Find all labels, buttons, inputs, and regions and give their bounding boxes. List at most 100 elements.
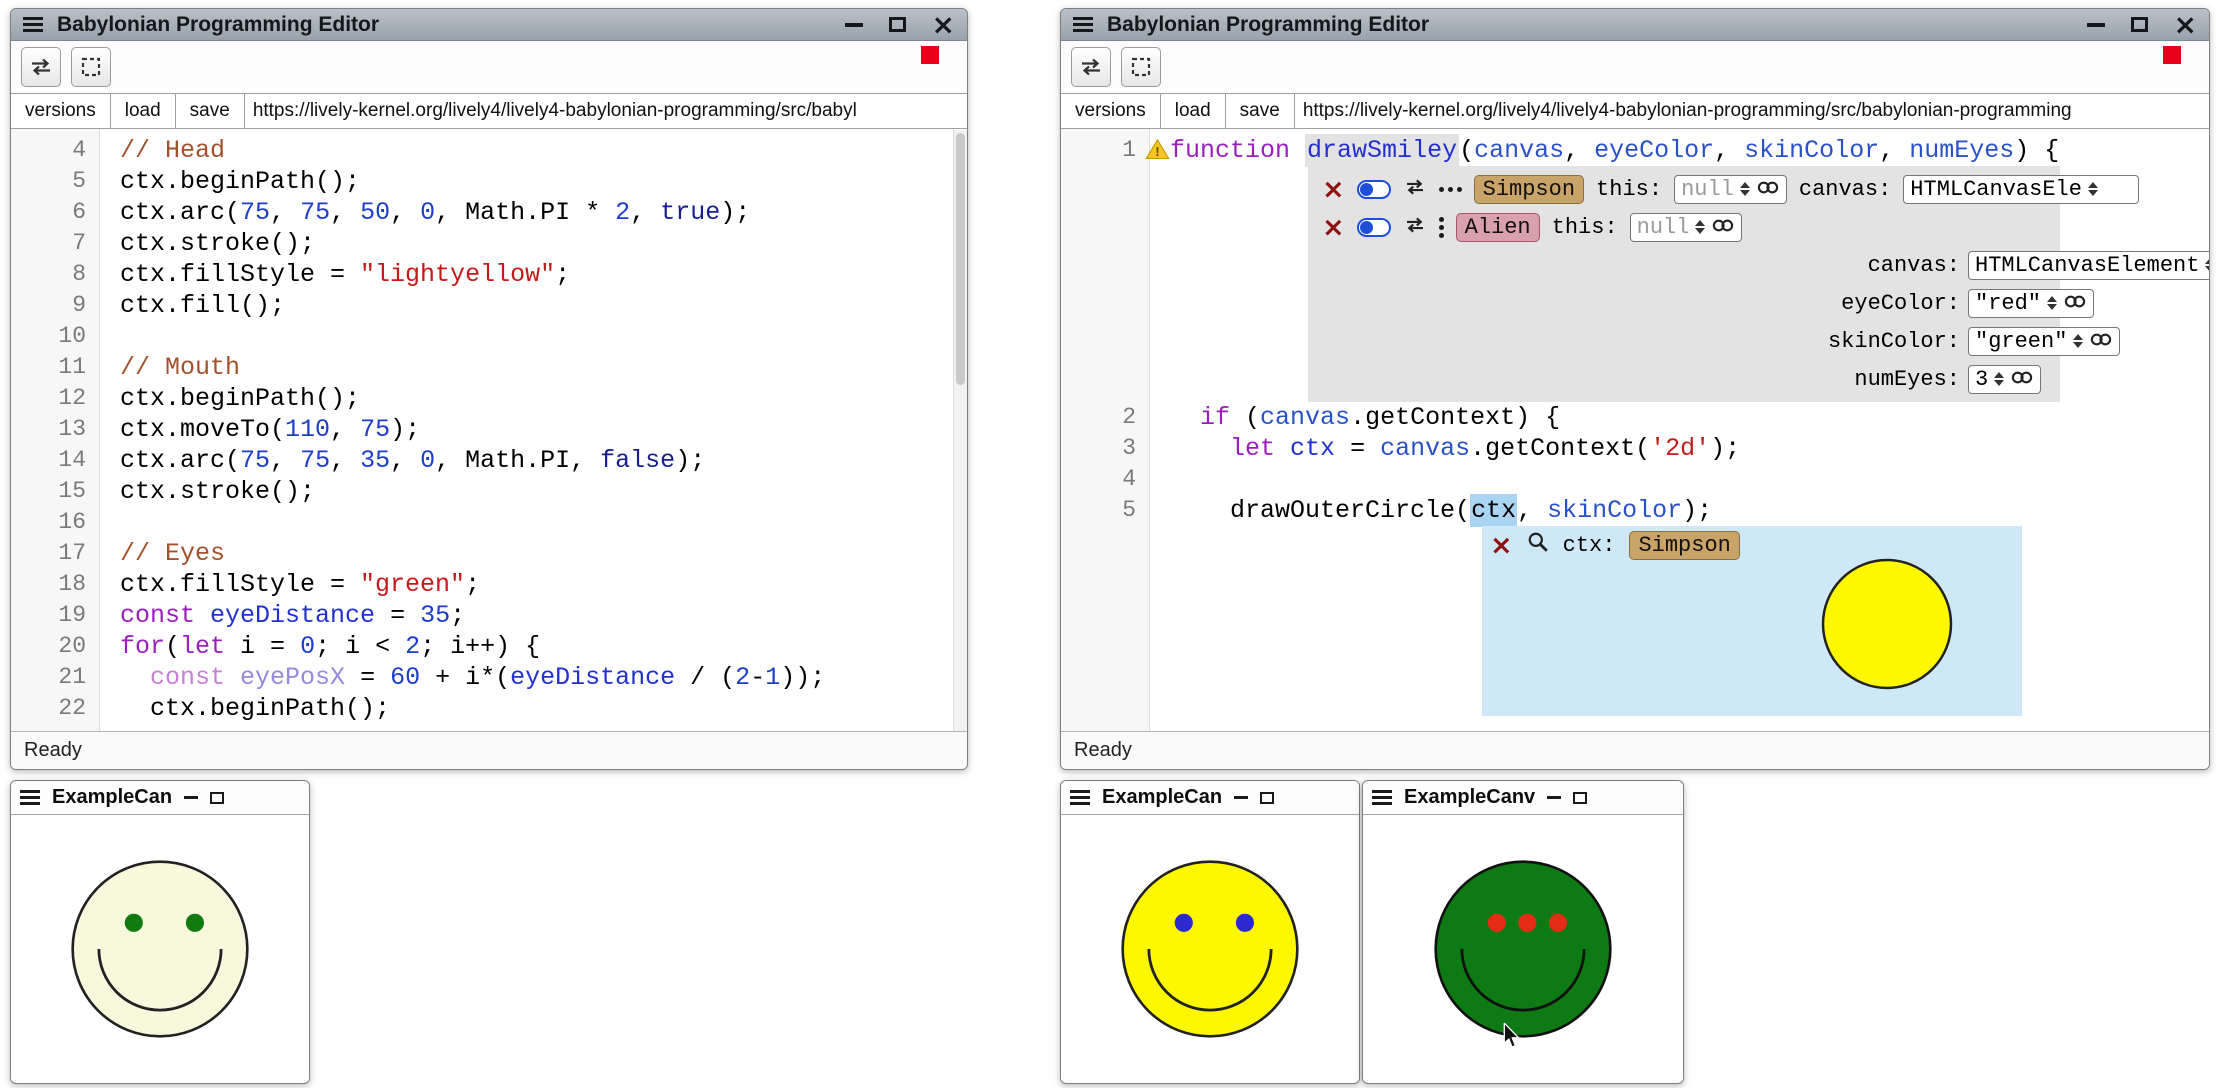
load-button[interactable]: load [111, 94, 176, 128]
code-line-22[interactable]: 22 ctx.beginPath(); [11, 693, 967, 724]
code-line-21[interactable]: 21 const eyePosX = 60 + i*(eyeDistance /… [11, 662, 967, 693]
delete-example-button[interactable]: × [1322, 176, 1345, 203]
stepper-icon[interactable] [2073, 334, 2083, 348]
code-line-12[interactable]: 12ctx.beginPath(); [11, 383, 967, 414]
example-badge-simpson[interactable]: Simpson [1474, 175, 1584, 204]
code-line-1[interactable]: 1!function drawSmiley(canvas, eyeColor, … [1061, 135, 2209, 166]
code-line-19[interactable]: 19const eyeDistance = 35; [11, 600, 967, 631]
code-line-14[interactable]: 14ctx.arc(75, 75, 35, 0, Math.PI, false)… [11, 445, 967, 476]
code-line-10[interactable]: 10 [11, 321, 967, 352]
titlebar[interactable]: Babylonian Programming Editor × [11, 9, 967, 41]
frame-select-button[interactable] [1121, 47, 1161, 87]
param-value-box[interactable]: HTMLCanvasElement [1968, 251, 2209, 280]
code-line-15[interactable]: 15ctx.stroke(); [11, 476, 967, 507]
minimize-button[interactable] [1234, 796, 1248, 799]
code-line-11[interactable]: 11// Mouth [11, 352, 967, 383]
swap-arrows-button[interactable] [1071, 47, 1111, 87]
magnifier-icon[interactable] [1527, 531, 1549, 560]
code-line-7[interactable]: 7ctx.stroke(); [11, 228, 967, 259]
maximize-button[interactable] [1573, 792, 1587, 804]
ctx-badge-simpson[interactable]: Simpson [1629, 531, 1739, 560]
canvas-preview-probe[interactable]: × ctx: Simpson [1482, 526, 2022, 716]
titlebar[interactable]: ExampleCan [11, 781, 309, 815]
menu-icon[interactable] [23, 17, 43, 32]
titlebar[interactable]: ExampleCanv [1363, 781, 1683, 815]
code-line-20[interactable]: 20for(let i = 0; i < 2; i++) { [11, 631, 967, 662]
minimize-button[interactable] [845, 23, 863, 27]
maximize-button[interactable] [210, 792, 224, 804]
menu-icon[interactable] [1073, 17, 1093, 32]
more-options-icon[interactable] [1439, 187, 1462, 192]
minimize-button[interactable] [1547, 796, 1561, 799]
minimize-button[interactable] [2087, 23, 2105, 27]
code-line-6[interactable]: 6ctx.arc(75, 75, 50, 0, Math.PI * 2, tru… [11, 197, 967, 228]
more-options-vertical-icon[interactable] [1439, 217, 1444, 238]
code-line-18[interactable]: 18ctx.fillStyle = "green"; [11, 569, 967, 600]
menu-icon[interactable] [1372, 790, 1392, 805]
stepper-icon[interactable] [1994, 372, 2004, 386]
scrollbar-thumb[interactable] [956, 133, 965, 385]
stepper-icon[interactable] [1695, 220, 1705, 234]
code-line-5[interactable]: 5 drawOuterCircle(ctx, skinColor); [1061, 495, 2209, 526]
menu-icon[interactable] [1070, 790, 1090, 805]
stepper-icon[interactable] [1740, 182, 1750, 196]
save-button[interactable]: save [1226, 94, 1295, 128]
maximize-button[interactable] [889, 17, 906, 32]
versions-button[interactable]: versions [11, 94, 111, 128]
link-icon[interactable] [2010, 367, 2034, 392]
this-value-box[interactable]: null [1630, 213, 1743, 242]
swap-arrows-button[interactable] [21, 47, 61, 87]
vertical-scrollbar[interactable] [953, 130, 967, 731]
load-button[interactable]: load [1161, 94, 1226, 128]
code-editor[interactable]: 4// Head5ctx.beginPath();6ctx.arc(75, 75… [11, 129, 967, 731]
versions-button[interactable]: versions [1061, 94, 1161, 128]
code-text [99, 321, 120, 352]
code-line-4[interactable]: 4 [1061, 464, 2209, 495]
code-line-5[interactable]: 5ctx.beginPath(); [11, 166, 967, 197]
delete-example-button[interactable]: × [1322, 214, 1345, 241]
save-button[interactable]: save [176, 94, 245, 128]
warning-icon[interactable]: ! [1145, 138, 1170, 169]
titlebar[interactable]: Babylonian Programming Editor × [1061, 9, 2209, 41]
canvas-area[interactable] [1363, 815, 1683, 1082]
example-toggle[interactable] [1357, 218, 1391, 237]
canvas-area[interactable] [11, 815, 309, 1082]
link-icon[interactable] [1711, 215, 1735, 240]
swap-arrows-icon[interactable] [1403, 177, 1427, 202]
code-line-17[interactable]: 17// Eyes [11, 538, 967, 569]
menu-icon[interactable] [20, 790, 40, 805]
code-line-8[interactable]: 8ctx.fillStyle = "lightyellow"; [11, 259, 967, 290]
frame-select-button[interactable] [71, 47, 111, 87]
code-line-4[interactable]: 4// Head [11, 135, 967, 166]
close-button[interactable]: × [2174, 11, 2197, 39]
titlebar[interactable]: ExampleCan [1061, 781, 1359, 815]
example-toggle[interactable] [1357, 180, 1391, 199]
example-badge-alien[interactable]: Alien [1456, 213, 1540, 242]
stepper-icon[interactable] [2047, 296, 2057, 310]
canvas-value-box[interactable]: HTMLCanvasEle [1903, 175, 2139, 204]
param-value-box[interactable]: 3 [1968, 365, 2041, 394]
maximize-button[interactable] [2131, 17, 2148, 32]
link-icon[interactable] [2089, 329, 2113, 354]
code-line-3[interactable]: 3 let ctx = canvas.getContext('2d'); [1061, 433, 2209, 464]
minimize-button[interactable] [184, 796, 198, 799]
link-icon[interactable] [1756, 177, 1780, 202]
url-field[interactable]: https://lively-kernel.org/lively4/lively… [1295, 94, 2209, 128]
code-line-13[interactable]: 13ctx.moveTo(110, 75); [11, 414, 967, 445]
maximize-button[interactable] [1260, 792, 1274, 804]
this-value-box[interactable]: null [1674, 175, 1787, 204]
param-value-box[interactable]: "green" [1968, 327, 2120, 356]
canvas-area[interactable] [1061, 815, 1359, 1082]
param-value-box[interactable]: "red" [1968, 289, 2094, 318]
code-editor[interactable]: 1!function drawSmiley(canvas, eyeColor, … [1061, 129, 2209, 731]
close-button[interactable]: × [932, 11, 955, 39]
url-field[interactable]: https://lively-kernel.org/lively4/lively… [245, 94, 967, 128]
swap-arrows-icon[interactable] [1403, 215, 1427, 240]
link-icon[interactable] [2063, 291, 2087, 316]
code-line-2[interactable]: 2 if (canvas.getContext) { [1061, 402, 2209, 433]
code-line-16[interactable]: 16 [11, 507, 967, 538]
stepper-icon[interactable] [2088, 182, 2098, 196]
code-line-9[interactable]: 9ctx.fill(); [11, 290, 967, 321]
delete-probe-button[interactable]: × [1490, 532, 1513, 559]
stepper-icon[interactable] [2205, 258, 2209, 272]
